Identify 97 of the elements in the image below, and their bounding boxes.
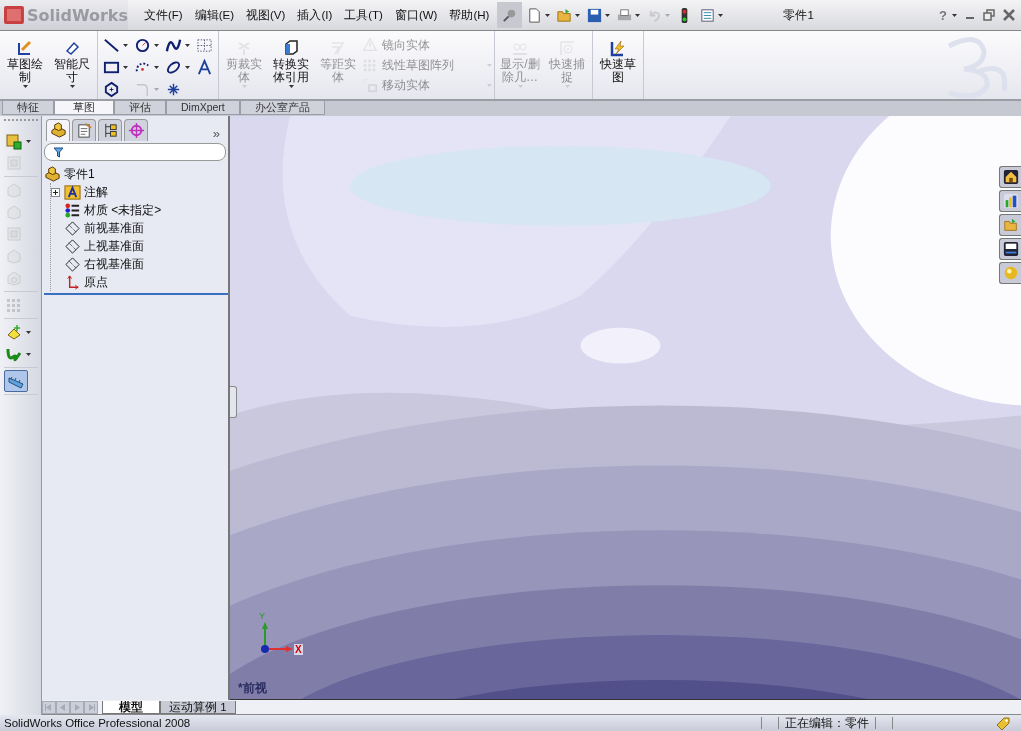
tree-item[interactable]: 前视基准面 <box>51 219 226 237</box>
part-icon <box>44 165 61 183</box>
hole-icon <box>5 269 23 287</box>
view-orientation-label: *前视 <box>238 680 267 697</box>
home-icon <box>1002 169 1019 185</box>
logo-icon <box>4 6 24 24</box>
plane-icon <box>64 255 81 273</box>
dotted-grid-icon <box>196 37 213 54</box>
help-button[interactable]: ? <box>939 7 957 23</box>
filter-icon <box>53 146 64 158</box>
clipboard-icon <box>75 122 93 139</box>
dimension-icon <box>63 39 81 57</box>
ribbon-button[interactable]: 智能尺寸 <box>49 33 95 97</box>
command-tab[interactable]: 草图 <box>54 101 114 115</box>
save-icon <box>586 6 604 24</box>
reference-geometry-icon <box>5 323 23 341</box>
loft-icon <box>5 247 23 265</box>
move-icon <box>362 77 378 93</box>
revolve-icon <box>5 181 23 199</box>
sphere-icon <box>1002 265 1019 281</box>
command-tab[interactable]: 特征 <box>2 101 54 115</box>
axis-label: X <box>294 644 303 655</box>
checklist-icon <box>699 6 717 24</box>
polygon-icon <box>103 81 120 98</box>
tree-item[interactable]: 原点 <box>51 273 226 291</box>
menu-item[interactable]: 窗口(W) <box>388 7 444 23</box>
line-icon <box>103 37 120 54</box>
menu-item[interactable]: 帮助(H) <box>443 7 496 23</box>
close-icon[interactable] <box>1003 9 1015 21</box>
open-folder-icon <box>556 6 574 24</box>
cube-icon <box>282 39 300 57</box>
caret-icon <box>952 13 957 17</box>
lightning-sketch-icon <box>609 39 627 57</box>
task-pane-tab[interactable] <box>999 238 1021 260</box>
tree-item[interactable]: 上视基准面 <box>51 237 226 255</box>
library-icon <box>1002 193 1019 209</box>
extrude-icon <box>5 132 23 150</box>
tree-item[interactable]: 注解 <box>51 183 226 201</box>
tree-item[interactable]: 材质 <未指定> <box>51 201 226 219</box>
command-tab[interactable]: DimXpert <box>166 101 240 115</box>
boss-icon <box>5 154 23 172</box>
snap-icon <box>558 39 576 57</box>
tree-item[interactable]: 零件1 <box>44 165 226 183</box>
panel-tab[interactable] <box>46 119 70 141</box>
dot-grid-icon <box>362 57 378 73</box>
feature-tool-button[interactable] <box>4 370 28 392</box>
tag-icon[interactable] <box>995 716 1011 730</box>
fillet-icon <box>134 81 151 98</box>
ribbon-button[interactable]: 快速草图 <box>595 33 641 97</box>
menu-item[interactable]: 编辑(E) <box>188 7 241 23</box>
menu-item[interactable]: 文件(F) <box>138 7 189 23</box>
shell-icon <box>5 225 23 243</box>
expand-button[interactable]: » <box>212 126 226 141</box>
origin-icon <box>64 273 81 291</box>
annotation-folder-icon <box>64 183 81 201</box>
crosshair-icon <box>127 122 145 139</box>
sketch-pencil-icon <box>16 39 34 57</box>
plane-icon <box>64 237 81 255</box>
ribbon-button[interactable]: 草图绘制 <box>2 33 48 97</box>
folder-icon <box>1002 217 1019 233</box>
model-tab[interactable]: 模型 <box>102 701 160 714</box>
dot-grid-icon <box>5 296 23 314</box>
warning-triangle-icon <box>362 37 378 53</box>
command-tab[interactable]: 办公室产品 <box>239 101 325 115</box>
app-name: SolidWorks <box>26 5 128 25</box>
rectangle-icon <box>103 59 120 76</box>
command-tab[interactable]: 评估 <box>114 101 166 115</box>
document-title: 零件1 <box>783 7 814 23</box>
task-pane-tab[interactable] <box>999 166 1021 188</box>
model-tab[interactable]: 运动算例 1 <box>160 701 236 714</box>
text-tool-icon <box>196 59 213 76</box>
plane-icon <box>64 219 81 237</box>
status-text: 正在编辑：零件 <box>785 715 869 731</box>
panel-tab[interactable] <box>98 119 122 141</box>
restore-icon[interactable] <box>983 9 995 21</box>
ribbon-button[interactable]: 转换实体引用 <box>268 33 314 97</box>
view-palette-icon <box>1002 241 1019 257</box>
status-text: SolidWorks Office Professional 2008 <box>4 717 191 729</box>
menu-item[interactable]: 视图(V) <box>240 7 292 23</box>
panel-tab[interactable] <box>72 119 96 141</box>
menu-item[interactable]: 插入(I) <box>291 7 339 23</box>
sweep-icon <box>5 203 23 221</box>
spline-icon <box>165 37 182 54</box>
part-icon <box>49 122 67 139</box>
material-icon <box>64 201 81 219</box>
axis-label: Y <box>259 611 265 621</box>
axis-triad-drawing <box>260 621 294 653</box>
filter-field[interactable] <box>44 143 226 161</box>
ellipse-icon <box>165 59 182 76</box>
expand-icon[interactable] <box>51 187 60 197</box>
tree-item[interactable]: 右视基准面 <box>51 255 226 273</box>
panel-collapse-handle[interactable] <box>230 386 237 418</box>
panel-tab[interactable] <box>124 119 148 141</box>
point-icon <box>165 81 182 98</box>
circle-icon <box>134 37 151 54</box>
menu-item[interactable]: 工具(T) <box>338 7 389 23</box>
graphics-area[interactable]: Y X *前视 <box>230 116 1021 700</box>
